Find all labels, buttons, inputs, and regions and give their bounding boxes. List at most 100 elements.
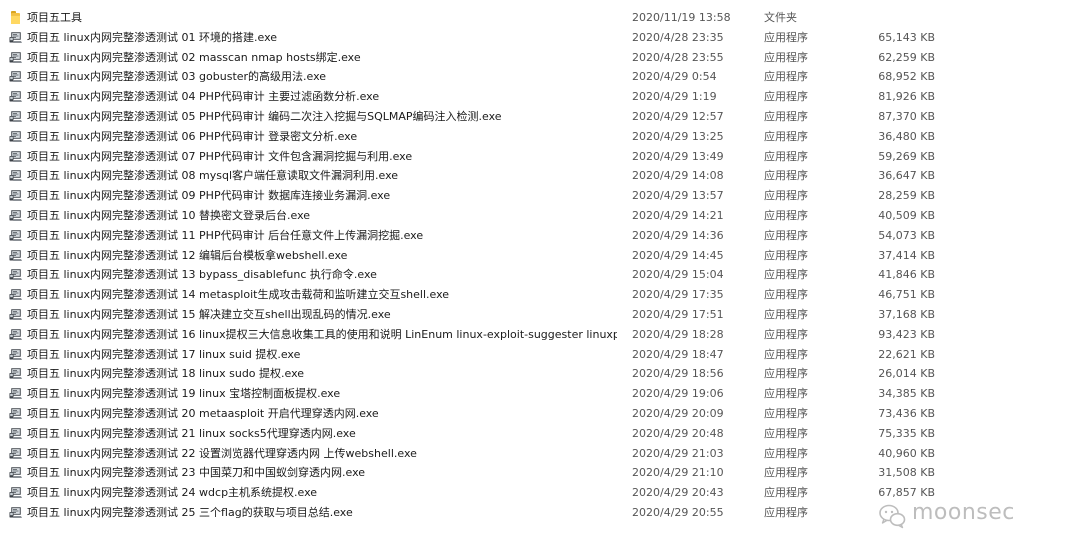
application-exe-icon [9, 269, 22, 281]
file-name: 项目五 linux内网完整渗透测试 04 PHP代码审计 主要过滤函数分析.ex… [27, 90, 380, 104]
file-size: 73,436 KB [878, 406, 935, 420]
file-row[interactable]: 项目五 linux内网完整渗透测试 09 PHP代码审计 数据库连接业务漏洞.e… [0, 186, 1080, 206]
file-type: 应用程序 [764, 466, 808, 480]
file-date: 2020/11/19 13:58 [632, 11, 731, 24]
file-date: 2020/4/29 21:03 [632, 446, 724, 460]
file-name: 项目五 linux内网完整渗透测试 15 解决建立交互shell出现乱码的情况.… [27, 307, 391, 321]
file-size: 46,751 KB [878, 288, 935, 302]
file-row[interactable]: 项目五 linux内网完整渗透测试 10 替换密文登录后台.exe 2020/4… [0, 206, 1080, 226]
wechat-icon [879, 504, 906, 529]
application-exe-icon [9, 487, 22, 499]
file-row[interactable]: 项目五 linux内网完整渗透测试 21 linux socks5代理穿透内网.… [0, 424, 1080, 444]
file-row[interactable]: 项目五 linux内网完整渗透测试 07 PHP代码审计 文件包含漏洞挖掘与利用… [0, 147, 1080, 167]
file-type: 应用程序 [764, 70, 808, 84]
file-date: 2020/4/29 0:54 [632, 70, 717, 84]
file-type: 应用程序 [764, 189, 808, 203]
file-type: 文件夹 [764, 11, 797, 24]
file-row[interactable]: 项目五 linux内网完整渗透测试 04 PHP代码审计 主要过滤函数分析.ex… [0, 87, 1080, 107]
file-row[interactable]: 项目五 linux内网完整渗透测试 13 bypass_disablefunc … [0, 265, 1080, 285]
file-size: 34,385 KB [878, 387, 935, 401]
file-name: 项目五 linux内网完整渗透测试 20 metaasploit 开启代理穿透内… [27, 406, 379, 420]
file-row[interactable]: 项目五 linux内网完整渗透测试 17 linux suid 提权.exe 2… [0, 345, 1080, 365]
file-name: 项目五 linux内网完整渗透测试 01 环境的搭建.exe [27, 30, 278, 44]
file-type: 应用程序 [764, 50, 808, 64]
file-row[interactable]: 项目五 linux内网完整渗透测试 20 metaasploit 开启代理穿透内… [0, 404, 1080, 424]
file-row[interactable]: 项目五 linux内网完整渗透测试 23 中国菜刀和中国蚁剑穿透内网.exe 2… [0, 463, 1080, 483]
application-exe-icon [9, 368, 22, 380]
application-exe-icon [9, 348, 22, 360]
file-size: 81,926 KB [878, 90, 935, 104]
file-type: 应用程序 [764, 505, 808, 519]
file-date: 2020/4/29 18:47 [632, 347, 724, 361]
file-date: 2020/4/29 18:56 [632, 367, 724, 381]
file-size: 28,259 KB [878, 189, 935, 203]
file-type: 应用程序 [764, 228, 808, 242]
file-type: 应用程序 [764, 248, 808, 262]
file-date: 2020/4/29 14:21 [632, 208, 724, 222]
file-type: 应用程序 [764, 347, 808, 361]
file-date: 2020/4/29 21:10 [632, 466, 724, 480]
file-type: 应用程序 [764, 169, 808, 183]
file-size: 62,259 KB [878, 50, 935, 64]
file-row[interactable]: 项目五 linux内网完整渗透测试 15 解决建立交互shell出现乱码的情况.… [0, 305, 1080, 325]
file-row[interactable]: 项目五 linux内网完整渗透测试 18 linux sudo 提权.exe 2… [0, 364, 1080, 384]
file-row[interactable]: 项目五 linux内网完整渗透测试 16 linux提权三大信息收集工具的使用和… [0, 325, 1080, 345]
file-size: 36,647 KB [878, 169, 935, 183]
application-exe-icon [9, 91, 22, 103]
file-row[interactable]: 项目五 linux内网完整渗透测试 06 PHP代码审计 登录密文分析.exe … [0, 127, 1080, 147]
application-exe-icon [9, 407, 22, 419]
application-exe-icon [9, 130, 22, 142]
file-name: 项目五 linux内网完整渗透测试 19 linux 宝塔控制面板提权.exe [27, 387, 341, 401]
file-name: 项目五 linux内网完整渗透测试 07 PHP代码审计 文件包含漏洞挖掘与利用… [27, 149, 413, 163]
file-name: 项目五 linux内网完整渗透测试 24 wdcp主机系统提权.exe [27, 486, 318, 500]
file-type: 应用程序 [764, 406, 808, 420]
file-row[interactable]: 项目五 linux内网完整渗透测试 11 PHP代码审计 后台任意文件上传漏洞挖… [0, 226, 1080, 246]
file-date: 2020/4/29 17:51 [632, 307, 724, 321]
file-date: 2020/4/29 20:55 [632, 505, 724, 519]
file-date: 2020/4/29 12:57 [632, 109, 724, 123]
file-name: 项目五 linux内网完整渗透测试 02 masscan nmap hosts绑… [27, 50, 361, 64]
file-name: 项目五 linux内网完整渗透测试 21 linux socks5代理穿透内网.… [27, 426, 356, 440]
file-name: 项目五 linux内网完整渗透测试 22 设置浏览器代理穿透内网 上传websh… [27, 446, 417, 460]
application-exe-icon [9, 388, 22, 400]
file-name: 项目五 linux内网完整渗透测试 18 linux sudo 提权.exe [27, 367, 305, 381]
file-size: 26,014 KB [878, 367, 935, 381]
file-name: 项目五 linux内网完整渗透测试 11 PHP代码审计 后台任意文件上传漏洞挖… [27, 228, 424, 242]
file-size: 37,168 KB [878, 307, 935, 321]
file-row[interactable]: 项目五 linux内网完整渗透测试 02 masscan nmap hosts绑… [0, 48, 1080, 68]
application-exe-icon [9, 150, 22, 162]
file-type: 应用程序 [764, 486, 808, 500]
file-type: 应用程序 [764, 367, 808, 381]
file-row[interactable]: 项目五 linux内网完整渗透测试 05 PHP代码审计 编码二次注入挖掘与SQ… [0, 107, 1080, 127]
file-name: 项目五 linux内网完整渗透测试 13 bypass_disablefunc … [27, 268, 377, 282]
folder-icon [9, 11, 23, 24]
file-type: 应用程序 [764, 288, 808, 302]
file-type: 应用程序 [764, 426, 808, 440]
file-date: 2020/4/29 1:19 [632, 90, 717, 104]
file-name: 项目五 linux内网完整渗透测试 03 gobuster的高级用法.exe [27, 70, 327, 84]
application-exe-icon [9, 249, 22, 261]
application-exe-icon [9, 170, 22, 182]
file-date: 2020/4/29 15:04 [632, 268, 724, 282]
file-row[interactable]: 项目五 linux内网完整渗透测试 03 gobuster的高级用法.exe 2… [0, 67, 1080, 87]
file-type: 应用程序 [764, 307, 808, 321]
file-row[interactable]: 项目五 linux内网完整渗透测试 19 linux 宝塔控制面板提权.exe … [0, 384, 1080, 404]
file-row[interactable]: 项目五 linux内网完整渗透测试 08 mysql客户端任意读取文件漏洞利用.… [0, 166, 1080, 186]
file-size: 40,960 KB [878, 446, 935, 460]
application-exe-icon [9, 31, 22, 43]
file-name: 项目五 linux内网完整渗透测试 05 PHP代码审计 编码二次注入挖掘与SQ… [27, 109, 502, 123]
application-exe-icon [9, 229, 22, 241]
file-row[interactable]: 项目五 linux内网完整渗透测试 12 编辑后台模板拿webshell.exe… [0, 246, 1080, 266]
application-exe-icon [9, 308, 22, 320]
application-exe-icon [9, 427, 22, 439]
file-type: 应用程序 [764, 446, 808, 460]
file-row[interactable]: 项目五 linux内网完整渗透测试 22 设置浏览器代理穿透内网 上传websh… [0, 444, 1080, 464]
file-date: 2020/4/28 23:35 [632, 30, 724, 44]
file-type: 应用程序 [764, 90, 808, 104]
file-row[interactable]: 项目五 linux内网完整渗透测试 14 metasploit生成攻击载荷和监听… [0, 285, 1080, 305]
application-exe-icon [9, 209, 22, 221]
folder-row[interactable]: 项目五工具 2020/11/19 13:58 文件夹 [0, 8, 1080, 28]
file-row[interactable]: 项目五 linux内网完整渗透测试 01 环境的搭建.exe 2020/4/28… [0, 28, 1080, 48]
file-date: 2020/4/29 14:08 [632, 169, 724, 183]
file-size: 54,073 KB [878, 228, 935, 242]
